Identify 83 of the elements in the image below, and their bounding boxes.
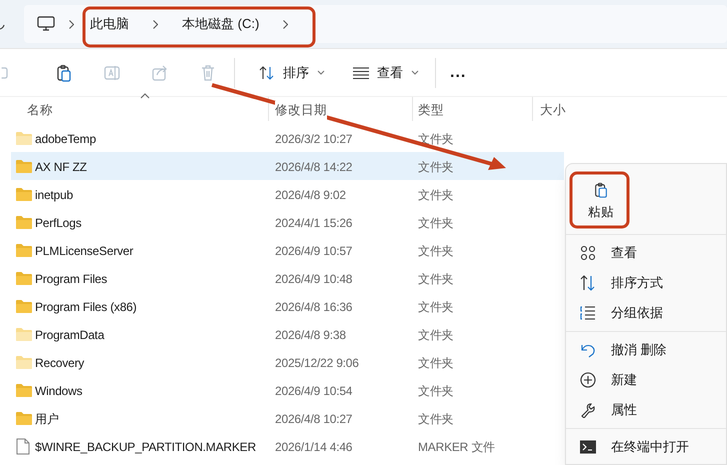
file-type: 文件夹 (418, 271, 454, 288)
file-type: 文件夹 (418, 327, 454, 344)
file-name: Windows (35, 383, 82, 400)
modified-date: 2026/4/9 10:48 (275, 271, 352, 288)
rename-icon (103, 64, 121, 82)
menu-item[interactable]: 查看 (566, 238, 724, 268)
modified-date: 2026/4/9 10:54 (275, 383, 352, 400)
delete-icon (199, 64, 217, 82)
menu-icon (353, 66, 369, 78)
caret-icon (317, 70, 325, 75)
file-name: inetpub (35, 187, 73, 204)
breadcrumb[interactable]: 本地磁盘 (C:) (182, 14, 260, 34)
file-row[interactable]: Program Files (x86) 2026/4/8 16:36 文件夹 (11, 292, 564, 320)
file-name: ProgramData (35, 327, 104, 344)
file-type: 文件夹 (418, 215, 454, 232)
modified-date: 2024/4/1 15:26 (275, 215, 352, 232)
column-header[interactable]: 修改日期 (275, 101, 327, 120)
chevron-icon[interactable] (153, 20, 158, 28)
file-row[interactable]: $WINRE_BACKUP_PARTITION.MARKER 2026/1/14 4:46 MARKER 文件 (11, 432, 564, 460)
terminal-icon (580, 439, 596, 455)
file-type: 文件夹 (418, 159, 454, 176)
file-row[interactable]: Program Files 2026/4/9 10:48 文件夹 (11, 264, 564, 292)
file-type: 文件夹 (418, 187, 454, 204)
file-type: 文件夹 (418, 411, 454, 428)
sort-button[interactable]: 排序 (249, 56, 335, 88)
modified-date: 2026/4/9 10:57 (275, 243, 352, 260)
more-button[interactable]: ... (436, 56, 480, 88)
sort-icon (259, 66, 275, 80)
computer-icon[interactable] (37, 16, 55, 32)
file-row[interactable]: PerfLogs 2024/4/1 15:26 文件夹 (11, 208, 564, 236)
file-row[interactable]: Recovery 2025/12/22 9:06 文件夹 (11, 348, 564, 376)
modified-date: 2026/4/8 9:02 (275, 187, 346, 204)
file-name: PLMLicenseServer (35, 243, 134, 260)
annotation-box (570, 172, 630, 228)
file-row[interactable]: inetpub 2026/4/8 9:02 文件夹 (11, 180, 564, 208)
cut-icon (0, 66, 8, 80)
file-name: AX NF ZZ (35, 159, 87, 176)
modified-date: 2026/4/8 14:22 (275, 159, 352, 176)
menu-item[interactable]: 在终端中打开 (566, 432, 724, 462)
paste-icon (593, 180, 609, 199)
file-type: MARKER 文件 (418, 439, 495, 456)
menu-item[interactable]: 排序方式 (566, 268, 724, 298)
sort-caret-icon (140, 93, 150, 99)
file-name: 用户 (35, 411, 59, 428)
view-icon (580, 245, 596, 261)
file-name: $WINRE_BACKUP_PARTITION.MARKER (35, 439, 256, 456)
properties-icon (580, 402, 596, 418)
modified-date: 2026/4/8 10:27 (275, 411, 352, 428)
chevron-icon[interactable] (283, 20, 288, 28)
caret-icon (411, 70, 419, 75)
file-type: 文件夹 (418, 243, 454, 260)
menu-item[interactable]: 属性 (566, 395, 724, 425)
share-icon (151, 64, 169, 82)
group-icon (580, 305, 596, 321)
paste-icon (55, 64, 73, 82)
modified-date: 2026/3/2 10:27 (275, 131, 352, 148)
file-name: Recovery (35, 355, 84, 372)
modified-date: 2026/4/8 9:38 (275, 327, 346, 344)
menu-item[interactable]: 分组依据 (566, 298, 724, 328)
new-icon (580, 372, 596, 388)
file-type: 文件夹 (418, 355, 454, 372)
chevron-icon[interactable] (69, 20, 74, 28)
file-type: 文件夹 (418, 383, 454, 400)
file-name: Program Files (x86) (35, 299, 137, 316)
paste-button[interactable]: 粘贴 (573, 174, 629, 228)
file-name: Program Files (35, 271, 108, 288)
file-name: PerfLogs (35, 215, 82, 232)
modified-date: 2025/12/22 9:06 (275, 355, 359, 372)
file-name: adobeTemp (35, 131, 96, 148)
file-type: 文件夹 (418, 299, 454, 316)
modified-date: 2026/4/8 16:36 (275, 299, 352, 316)
file-row[interactable]: 用户 2026/4/8 10:27 文件夹 (11, 404, 564, 432)
menu-item[interactable]: 新建 (566, 365, 724, 395)
view-button[interactable]: 查看 (343, 56, 429, 88)
undo-icon (580, 342, 596, 358)
file-row[interactable]: AX NF ZZ 2026/4/8 14:22 文件夹 (11, 152, 564, 180)
menu-item[interactable]: 撤消 删除 (566, 335, 724, 365)
file-row[interactable]: Windows 2026/4/9 10:54 文件夹 (11, 376, 564, 404)
breadcrumb[interactable]: 此电脑 (90, 14, 129, 34)
sort-icon (580, 275, 596, 291)
file-row[interactable]: ProgramData 2026/4/8 9:38 文件夹 (11, 320, 564, 348)
file-row[interactable]: PLMLicenseServer 2026/4/9 10:57 文件夹 (11, 236, 564, 264)
modified-date: 2026/1/14 4:46 (275, 439, 352, 456)
